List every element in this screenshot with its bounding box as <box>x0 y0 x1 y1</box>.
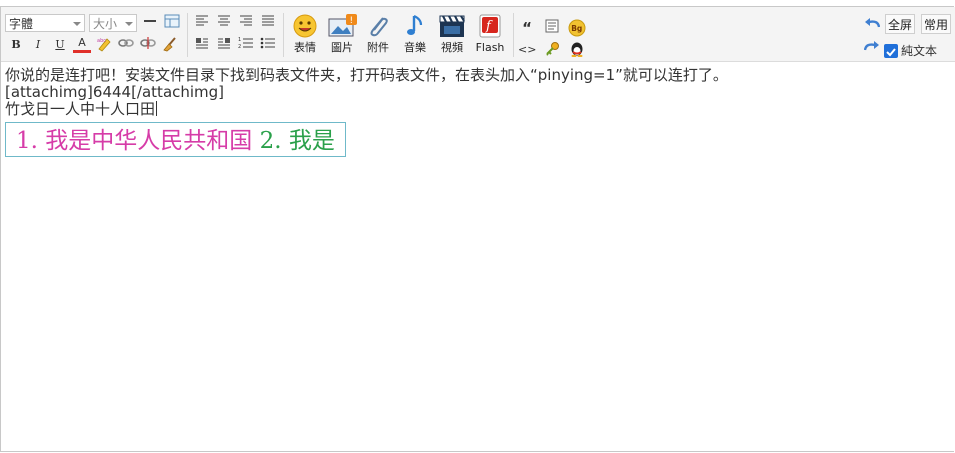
chevron-down-icon <box>73 22 81 26</box>
clapperboard-icon <box>438 13 466 39</box>
align-justify-icon <box>262 15 274 26</box>
music-note-icon <box>401 13 429 39</box>
svg-text:abc: abc <box>97 38 106 44</box>
pink-text: 1. 我是中华人民共和国 <box>16 128 260 154</box>
attachment-button[interactable]: 附件 <box>361 13 395 59</box>
toolbar-separator <box>283 13 284 57</box>
text-color-button[interactable]: A <box>73 36 91 53</box>
font-size-select[interactable]: 大小 <box>89 14 137 32</box>
colored-text-box: 1. 我是中华人民共和国 2. 我是 <box>5 122 346 157</box>
svg-text:!: ! <box>350 16 354 26</box>
align-center-button[interactable] <box>215 14 233 32</box>
highlight-button[interactable]: abc <box>95 36 113 54</box>
italic-button[interactable]: I <box>29 36 47 54</box>
editor-toolbar: 字體 大小 B I U A abc 1 2 表情 ! 圖片 附件 音樂 視頻 f… <box>1 7 955 62</box>
align-left-icon <box>196 15 208 26</box>
editor-content[interactable]: 你说的是连打吧！安装文件目录下找到码表文件夹，打开码表文件，在表头加入“piny… <box>5 67 951 157</box>
redo-button[interactable] <box>863 38 881 56</box>
flash-icon: f <box>476 13 504 39</box>
background-button[interactable]: Bg <box>568 19 586 37</box>
redo-arrow-icon <box>863 41 879 51</box>
plain-text-checkbox[interactable] <box>884 44 898 58</box>
svg-text:2: 2 <box>238 44 241 49</box>
free-block-button[interactable] <box>543 19 561 37</box>
table-icon <box>164 14 180 28</box>
font-family-select[interactable]: 字體 <box>5 14 85 32</box>
qq-button[interactable] <box>568 41 586 59</box>
emoticon-button[interactable]: 表情 <box>288 13 322 59</box>
editor-line: [attachimg]6444[/attachimg] <box>5 83 225 101</box>
broom-icon <box>163 37 176 52</box>
editor-line-text: 竹戈日一人中十人口田 <box>5 100 156 118</box>
image-label: 圖片 <box>331 41 353 54</box>
penguin-icon <box>571 42 583 58</box>
insert-table-button[interactable] <box>163 14 181 32</box>
align-right-button[interactable] <box>237 14 255 32</box>
clear-format-button[interactable] <box>161 36 179 54</box>
bold-button[interactable]: B <box>7 36 25 54</box>
unordered-list-button[interactable] <box>259 36 277 54</box>
font-size-select-label: 大小 <box>93 17 118 31</box>
link-icon <box>118 39 134 47</box>
fullscreen-button[interactable]: 全屏 <box>885 14 916 34</box>
underline-button[interactable]: U <box>51 36 69 54</box>
ordered-list-icon: 12 <box>238 37 253 50</box>
undo-button[interactable] <box>863 15 881 33</box>
svg-text:1: 1 <box>238 37 241 43</box>
plain-text-label[interactable]: 純文本 <box>901 43 937 59</box>
image-button[interactable]: ! 圖片 <box>325 13 359 59</box>
bg-icon: Bg <box>568 19 586 37</box>
chevron-down-icon <box>125 22 133 26</box>
text-block-icon <box>545 19 559 33</box>
attachment-label: 附件 <box>367 41 389 54</box>
emoticon-label: 表情 <box>294 41 316 54</box>
flash-label: Flash <box>475 41 505 54</box>
quote-button[interactable]: “ <box>518 19 536 37</box>
horizontal-rule-button[interactable] <box>141 14 159 32</box>
insert-link-button[interactable] <box>117 36 135 54</box>
toolbar-separator <box>187 13 188 57</box>
text-cursor <box>156 101 158 116</box>
toolbar-separator <box>513 13 514 57</box>
float-left-button[interactable] <box>193 36 211 54</box>
highlighter-icon: abc <box>97 38 111 52</box>
undo-arrow-icon <box>865 18 881 28</box>
editor-frame: 字體 大小 B I U A abc 1 2 表情 ! 圖片 附件 音樂 視頻 f… <box>0 6 955 452</box>
ordered-list-button[interactable]: 12 <box>237 36 255 54</box>
smiley-icon <box>291 13 319 39</box>
code-button[interactable]: <> <box>518 41 536 59</box>
video-label: 視頻 <box>441 41 463 54</box>
bg-icon-text: Bg <box>571 24 582 33</box>
align-right-icon <box>240 15 252 26</box>
password-button[interactable] <box>543 41 561 59</box>
font-family-select-label: 字體 <box>9 17 34 31</box>
editor-line: 竹戈日一人中十人口田 <box>5 101 951 118</box>
float-left-icon <box>196 38 208 49</box>
audio-label: 音樂 <box>404 41 426 54</box>
unlink-icon <box>140 37 156 49</box>
unordered-list-icon <box>260 37 275 49</box>
align-left-button[interactable] <box>193 14 211 32</box>
key-icon <box>546 42 559 56</box>
editor-line: 你说的是连打吧！安装文件目录下找到码表文件夹，打开码表文件，在表头加入“piny… <box>5 66 728 84</box>
audio-button[interactable]: 音樂 <box>398 13 432 59</box>
common-mode-button[interactable]: 常用 <box>921 14 952 34</box>
remove-link-button[interactable] <box>139 36 157 54</box>
paperclip-icon <box>364 13 392 39</box>
horizontal-rule-icon <box>144 20 156 22</box>
flash-button[interactable]: f Flash <box>473 13 507 59</box>
picture-icon: ! <box>328 13 357 39</box>
align-center-icon <box>218 15 230 26</box>
video-button[interactable]: 視頻 <box>435 13 469 59</box>
checkmark-icon <box>886 48 896 57</box>
float-right-icon <box>218 38 230 49</box>
green-text: 2. 我是 <box>259 128 335 154</box>
align-justify-button[interactable] <box>259 14 277 32</box>
float-right-button[interactable] <box>215 36 233 54</box>
